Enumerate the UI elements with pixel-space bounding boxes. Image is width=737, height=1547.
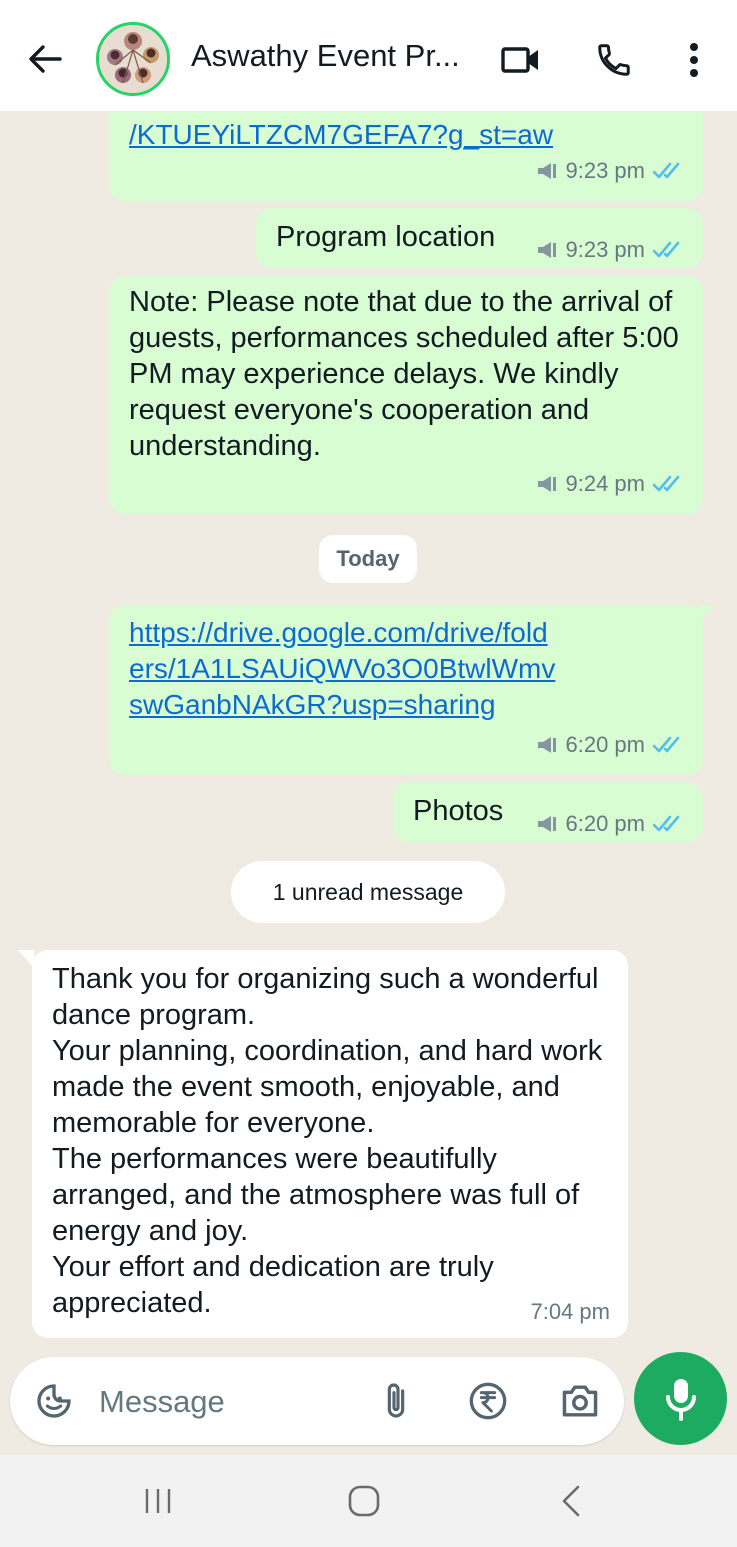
message-bubble-outgoing[interactable]: Program location 9:23 pm: [256, 208, 703, 268]
bubble-tail: [18, 950, 34, 968]
home-icon: [348, 1485, 380, 1517]
back-button[interactable]: [22, 36, 68, 82]
avatar[interactable]: [96, 22, 170, 96]
message-time: 9:23 pm: [565, 237, 646, 262]
recent-apps-button[interactable]: [133, 1481, 183, 1521]
broadcast-icon: [537, 737, 556, 753]
voice-call-button[interactable]: [590, 36, 638, 84]
unread-banner: 1 unread message: [231, 861, 505, 923]
message-time: 9:23 pm: [565, 158, 646, 183]
message-bubble-outgoing[interactable]: Note: Please note that due to the arriva…: [109, 276, 703, 514]
camera-button[interactable]: [558, 1379, 602, 1423]
phone-icon: [598, 44, 630, 76]
message-bubble-outgoing[interactable]: Photos 6:20 pm: [393, 782, 703, 842]
emoji-button[interactable]: [32, 1379, 76, 1423]
message-time: 6:20 pm: [565, 811, 646, 836]
read-ticks-icon: [653, 815, 680, 832]
chat-title[interactable]: Aswathy Event Pr...: [191, 38, 460, 74]
bubble-tail: [699, 605, 715, 623]
system-back-button[interactable]: [546, 1481, 596, 1521]
arrow-left-icon: [29, 45, 62, 73]
read-ticks-icon: [653, 475, 680, 492]
message-meta: 6:20 pm: [536, 727, 686, 763]
payment-button[interactable]: [466, 1379, 510, 1423]
message-composer[interactable]: Message: [10, 1357, 624, 1445]
read-ticks-icon: [653, 736, 680, 753]
broadcast-icon: [537, 163, 556, 179]
message-meta: 7:04 pm: [531, 1294, 611, 1330]
sticker-icon: [37, 1384, 71, 1418]
message-text: Thank you for organizing such a wonderfu…: [52, 963, 603, 1319]
message-time: 7:04 pm: [530, 1299, 611, 1324]
voice-message-button[interactable]: [634, 1352, 727, 1445]
paperclip-icon: [387, 1383, 405, 1418]
message-link[interactable]: /KTUEYiLTZCM7GEFA7?g_st=aw: [129, 117, 553, 153]
message-text: Note: Please note that due to the arriva…: [129, 286, 679, 462]
recent-apps-icon: [145, 1489, 171, 1513]
message-meta: 9:23 pm: [536, 153, 686, 189]
broadcast-icon: [537, 816, 556, 832]
message-input[interactable]: Message: [99, 1384, 225, 1420]
read-ticks-icon: [653, 241, 680, 258]
group-photo-icon: [99, 25, 167, 93]
message-meta: 6:20 pm: [536, 806, 686, 842]
message-bubble-incoming[interactable]: Thank you for organizing such a wonderfu…: [18, 950, 628, 1338]
chat-header: Aswathy Event Pr...: [0, 0, 737, 111]
message-list[interactable]: /KTUEYiLTZCM7GEFA7?g_st=aw 9:23 pm Progr…: [0, 91, 737, 1351]
rupee-icon: [469, 1382, 507, 1420]
message-time: 6:20 pm: [565, 732, 646, 757]
message-link[interactable]: https://drive.google.com/drive/folders/1…: [129, 615, 559, 723]
broadcast-icon: [537, 242, 556, 258]
more-options-button[interactable]: [670, 36, 718, 84]
date-divider: Today: [319, 535, 417, 583]
system-nav-bar: [0, 1455, 737, 1547]
message-time: 9:24 pm: [565, 471, 646, 496]
broadcast-icon: [537, 476, 556, 492]
message-text: Program location: [276, 221, 496, 253]
microphone-icon: [665, 1378, 696, 1421]
camera-icon: [562, 1385, 598, 1417]
chevron-left-icon: [562, 1485, 580, 1517]
message-text: Photos: [413, 795, 504, 827]
read-ticks-icon: [653, 162, 680, 179]
message-meta: 9:23 pm: [536, 232, 686, 268]
message-meta: 9:24 pm: [536, 466, 686, 502]
video-call-button[interactable]: [497, 36, 545, 84]
home-button[interactable]: [339, 1481, 389, 1521]
message-bubble-outgoing[interactable]: https://drive.google.com/drive/folders/1…: [109, 605, 715, 775]
more-vertical-icon: [690, 43, 698, 77]
attach-button[interactable]: [374, 1379, 418, 1423]
video-call-icon: [501, 47, 538, 73]
